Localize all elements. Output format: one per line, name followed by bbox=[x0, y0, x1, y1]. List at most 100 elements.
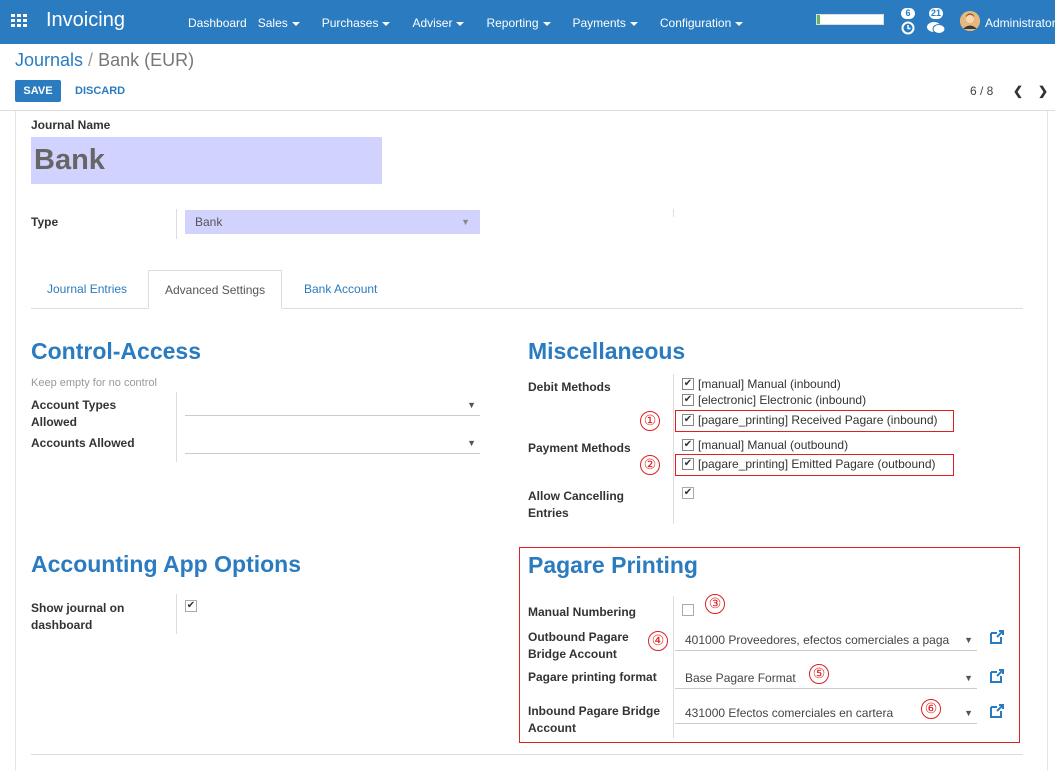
chat-icon bbox=[927, 22, 945, 34]
control-access-help: Keep empty for no control bbox=[31, 377, 157, 389]
messages-button[interactable]: 21 bbox=[925, 8, 949, 36]
annotation-2: ② bbox=[640, 455, 660, 475]
external-link-icon[interactable] bbox=[989, 668, 1005, 684]
outbound-account-value: 401000 Proveedores, efectos comerciales … bbox=[685, 633, 950, 647]
menu-configuration[interactable]: Configuration bbox=[660, 16, 754, 30]
menu-label: Configuration bbox=[659, 16, 732, 30]
breadcrumb-current: Bank (EUR) bbox=[98, 50, 195, 70]
outbound-account-select[interactable]: 401000 Proveedores, efectos comerciales … bbox=[675, 629, 977, 651]
external-link-icon[interactable] bbox=[989, 629, 1005, 645]
annotation-3: ③ bbox=[705, 594, 725, 614]
menu-label: Reporting bbox=[486, 16, 539, 30]
payment-method-manual-checkbox[interactable]: ✔ bbox=[682, 439, 694, 451]
annotation-4: ④ bbox=[648, 631, 668, 651]
discard-button[interactable]: DISCARD bbox=[75, 85, 125, 97]
caret-down-icon bbox=[629, 21, 638, 26]
debit-method-manual-checkbox[interactable]: ✔ bbox=[682, 378, 694, 390]
user-avatar[interactable] bbox=[960, 11, 980, 31]
caret-down-icon bbox=[542, 21, 551, 26]
menu-purchases[interactable]: Purchases bbox=[322, 16, 402, 30]
pager-prev-icon[interactable]: ❮ bbox=[1013, 84, 1023, 98]
caret-down-icon bbox=[291, 21, 300, 26]
app-title[interactable]: Invoicing bbox=[46, 9, 125, 32]
menu-label: Sales bbox=[257, 16, 288, 30]
notebook-tabs: Journal Entries Advanced Settings Bank A… bbox=[31, 270, 1023, 309]
menu-label: Dashboard bbox=[188, 16, 247, 30]
breadcrumb: Journals / Bank (EUR) bbox=[15, 50, 194, 71]
allow-cancelling-checkbox[interactable]: ✔ bbox=[682, 487, 694, 499]
dropdown-icon: ▼ bbox=[467, 400, 476, 410]
caret-down-icon bbox=[382, 21, 391, 26]
pager-next-icon[interactable]: ❯ bbox=[1038, 84, 1048, 98]
dropdown-icon: ▼ bbox=[964, 708, 973, 718]
dropdown-icon: ▼ bbox=[964, 673, 973, 683]
show-on-dashboard-label: Show journal on dashboard bbox=[31, 601, 125, 632]
accounts-allowed-label: Accounts Allowed bbox=[31, 436, 135, 450]
journal-name-input[interactable]: Bank bbox=[31, 137, 382, 184]
accounting-separator bbox=[176, 594, 177, 634]
select-arrow-icon: ▼ bbox=[461, 217, 470, 227]
inbound-account-label: Inbound Pagare Bridge Account bbox=[528, 704, 661, 735]
debit-methods-label: Debit Methods bbox=[528, 380, 611, 394]
accounts-allowed-input[interactable]: ▼ bbox=[185, 434, 480, 454]
debit-method-electronic-checkbox[interactable]: ✔ bbox=[682, 394, 694, 406]
message-count: 21 bbox=[929, 8, 944, 19]
tab-bank-account[interactable]: Bank Account bbox=[288, 270, 393, 309]
control-access-title: Control-Access bbox=[31, 338, 201, 364]
menu-dashboard[interactable]: Dashboard bbox=[188, 16, 247, 30]
outbound-account-label: Outbound Pagare Bridge Account bbox=[528, 630, 629, 661]
misc-separator bbox=[673, 374, 674, 524]
main-menu: Dashboard Sales Purchases Adviser Reporting P… bbox=[188, 16, 765, 30]
type-separator bbox=[176, 209, 177, 239]
miscellaneous-title: Miscellaneous bbox=[528, 338, 686, 364]
menu-payments[interactable]: Payments bbox=[573, 16, 649, 30]
printing-format-label: Pagare printing format bbox=[528, 670, 657, 684]
dropdown-icon: ▼ bbox=[961, 629, 973, 650]
menu-label: Adviser bbox=[412, 16, 453, 30]
account-types-input[interactable]: ▼ bbox=[185, 396, 480, 416]
form-bottom-divider bbox=[31, 754, 1023, 755]
account-types-label: Account Types Allowed bbox=[31, 398, 117, 429]
caret-down-icon bbox=[735, 21, 744, 26]
apps-menu-icon[interactable] bbox=[11, 14, 27, 28]
menu-adviser[interactable]: Adviser bbox=[412, 16, 475, 30]
breadcrumb-separator: / bbox=[88, 50, 94, 70]
menu-sales[interactable]: Sales bbox=[258, 16, 311, 30]
payment-method-manual-label: [manual] Manual (outbound) bbox=[698, 438, 849, 452]
payment-methods-label: Payment Methods bbox=[528, 441, 631, 455]
debit-method-manual-label: [manual] Manual (inbound) bbox=[698, 377, 841, 391]
annotation-6: ⑥ bbox=[921, 699, 941, 719]
clock-icon bbox=[901, 21, 915, 35]
type-value: Bank bbox=[195, 215, 223, 229]
menu-label: Payments bbox=[572, 16, 626, 30]
type-right-separator bbox=[673, 209, 674, 217]
breadcrumb-parent[interactable]: Journals bbox=[15, 50, 83, 70]
pagare-printing-title: Pagare Printing bbox=[528, 552, 698, 578]
save-button[interactable]: SAVE bbox=[15, 80, 61, 102]
manual-numbering-label: Manual Numbering bbox=[528, 605, 637, 619]
pagare-separator bbox=[673, 596, 674, 738]
top-navbar: Invoicing Dashboard Sales Purchases Adviser… bbox=[0, 0, 1055, 44]
menu-reporting[interactable]: Reporting bbox=[486, 16, 561, 30]
activity-button[interactable]: 6 bbox=[897, 8, 921, 36]
user-menu[interactable]: Administrator bbox=[985, 16, 1055, 30]
manual-numbering-checkbox[interactable] bbox=[682, 604, 694, 616]
dropdown-icon: ▼ bbox=[467, 438, 476, 448]
type-select[interactable]: Bank ▼ bbox=[185, 210, 480, 234]
tab-journal-entries[interactable]: Journal Entries bbox=[31, 270, 143, 309]
debit-method-electronic-label: [electronic] Electronic (inbound) bbox=[698, 393, 867, 407]
journal-name-label: Journal Name bbox=[31, 118, 111, 132]
progress-bar bbox=[816, 14, 884, 25]
highlight-box-1 bbox=[675, 410, 954, 432]
printing-format-value: Base Pagare Format bbox=[685, 671, 796, 685]
control-access-separator bbox=[176, 392, 177, 462]
activity-count: 6 bbox=[901, 8, 915, 19]
highlight-box-2 bbox=[675, 454, 954, 476]
pager-value[interactable]: 6 / 8 bbox=[970, 84, 993, 98]
external-link-icon[interactable] bbox=[989, 703, 1005, 719]
allow-cancelling-label: Allow Cancelling Entries bbox=[528, 489, 625, 520]
caret-down-icon bbox=[456, 21, 465, 26]
show-on-dashboard-checkbox[interactable]: ✔ bbox=[185, 600, 197, 612]
tab-advanced-settings[interactable]: Advanced Settings bbox=[148, 270, 283, 309]
annotation-1: ① bbox=[640, 411, 660, 431]
